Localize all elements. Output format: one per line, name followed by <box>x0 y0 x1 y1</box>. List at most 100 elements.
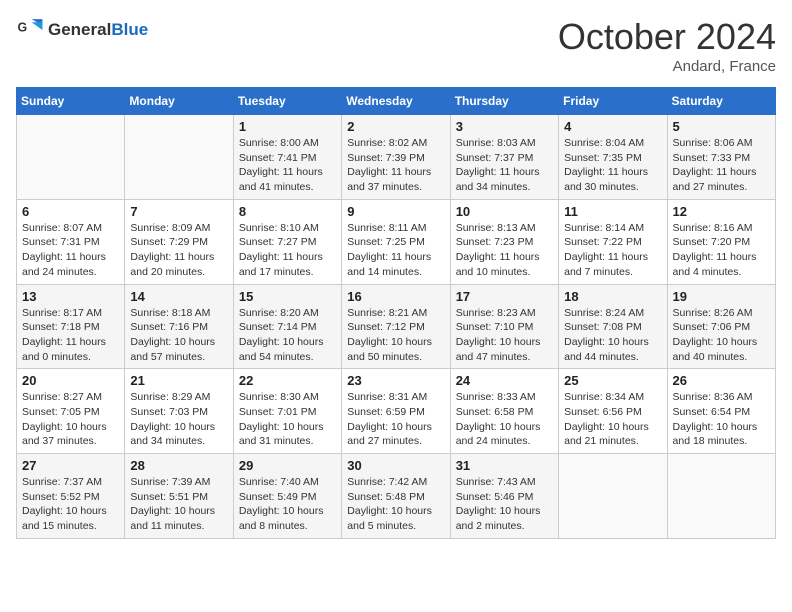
calendar-cell: 8 Sunrise: 8:10 AM Sunset: 7:27 PM Daylig… <box>233 199 341 284</box>
weekday-header-friday: Friday <box>559 88 667 115</box>
calendar-cell: 1 Sunrise: 8:00 AM Sunset: 7:41 PM Daylig… <box>233 115 341 200</box>
calendar-cell: 16 Sunrise: 8:21 AM Sunset: 7:12 PM Dayli… <box>342 284 450 369</box>
day-info: Sunrise: 8:17 AM Sunset: 7:18 PM Dayligh… <box>22 306 119 365</box>
day-number: 24 <box>456 373 553 388</box>
calendar-cell: 11Sunrise: 8:14 AM Sunset: 7:22 PM Dayli… <box>559 199 667 284</box>
calendar-cell: 20 Sunrise: 8:27 AM Sunset: 7:05 PM Dayli… <box>17 369 125 454</box>
day-info: Sunrise: 8:04 AM Sunset: 7:35 PM Dayligh… <box>564 136 661 195</box>
day-info: Sunrise: 8:13 AM Sunset: 7:23 PM Dayligh… <box>456 221 553 280</box>
day-info: Sunrise: 8:09 AM Sunset: 7:29 PM Dayligh… <box>130 221 227 280</box>
day-info: Sunrise: 8:27 AM Sunset: 7:05 PM Dayligh… <box>22 390 119 449</box>
calendar-cell: 28 Sunrise: 7:39 AM Sunset: 5:51 PM Dayli… <box>125 454 233 539</box>
day-info: Sunrise: 7:42 AM Sunset: 5:48 PM Dayligh… <box>347 475 444 534</box>
weekday-header-monday: Monday <box>125 88 233 115</box>
day-number: 17 <box>456 289 553 304</box>
day-number: 12 <box>673 204 770 219</box>
weekday-header-saturday: Saturday <box>667 88 775 115</box>
day-info: Sunrise: 8:23 AM Sunset: 7:10 PM Dayligh… <box>456 306 553 365</box>
day-info: Sunrise: 7:37 AM Sunset: 5:52 PM Dayligh… <box>22 475 119 534</box>
day-info: Sunrise: 7:39 AM Sunset: 5:51 PM Dayligh… <box>130 475 227 534</box>
calendar-cell: 9 Sunrise: 8:11 AM Sunset: 7:25 PM Daylig… <box>342 199 450 284</box>
calendar-header: SundayMondayTuesdayWednesdayThursdayFrid… <box>17 88 776 115</box>
day-info: Sunrise: 8:14 AM Sunset: 7:22 PM Dayligh… <box>564 221 661 280</box>
calendar-cell: 31 Sunrise: 7:43 AM Sunset: 5:46 PM Dayli… <box>450 454 558 539</box>
calendar-cell: 23 Sunrise: 8:31 AM Sunset: 6:59 PM Dayli… <box>342 369 450 454</box>
day-number: 7 <box>130 204 227 219</box>
day-info: Sunrise: 8:21 AM Sunset: 7:12 PM Dayligh… <box>347 306 444 365</box>
calendar-week-row: 6 Sunrise: 8:07 AM Sunset: 7:31 PM Daylig… <box>17 199 776 284</box>
day-info: Sunrise: 8:26 AM Sunset: 7:06 PM Dayligh… <box>673 306 770 365</box>
day-info: Sunrise: 8:11 AM Sunset: 7:25 PM Dayligh… <box>347 221 444 280</box>
day-info: Sunrise: 8:02 AM Sunset: 7:39 PM Dayligh… <box>347 136 444 195</box>
calendar-cell: 30 Sunrise: 7:42 AM Sunset: 5:48 PM Dayli… <box>342 454 450 539</box>
calendar-week-row: 20 Sunrise: 8:27 AM Sunset: 7:05 PM Dayli… <box>17 369 776 454</box>
calendar-cell: 21 Sunrise: 8:29 AM Sunset: 7:03 PM Dayli… <box>125 369 233 454</box>
day-info: Sunrise: 8:24 AM Sunset: 7:08 PM Dayligh… <box>564 306 661 365</box>
calendar-cell: 12 Sunrise: 8:16 AM Sunset: 7:20 PM Dayli… <box>667 199 775 284</box>
day-info: Sunrise: 8:29 AM Sunset: 7:03 PM Dayligh… <box>130 390 227 449</box>
calendar-cell: 14 Sunrise: 8:18 AM Sunset: 7:16 PM Dayli… <box>125 284 233 369</box>
calendar-cell: 4 Sunrise: 8:04 AM Sunset: 7:35 PM Daylig… <box>559 115 667 200</box>
calendar-table: SundayMondayTuesdayWednesdayThursdayFrid… <box>16 87 776 539</box>
day-number: 9 <box>347 204 444 219</box>
day-info: Sunrise: 7:40 AM Sunset: 5:49 PM Dayligh… <box>239 475 336 534</box>
day-info: Sunrise: 8:34 AM Sunset: 6:56 PM Dayligh… <box>564 390 661 449</box>
day-info: Sunrise: 8:03 AM Sunset: 7:37 PM Dayligh… <box>456 136 553 195</box>
calendar-body: 1 Sunrise: 8:00 AM Sunset: 7:41 PM Daylig… <box>17 115 776 539</box>
day-info: Sunrise: 8:10 AM Sunset: 7:27 PM Dayligh… <box>239 221 336 280</box>
svg-text:G: G <box>18 21 28 35</box>
page-header: G GeneralBlue October 2024 Andard, Franc… <box>16 16 776 75</box>
day-number: 2 <box>347 119 444 134</box>
day-info: Sunrise: 7:43 AM Sunset: 5:46 PM Dayligh… <box>456 475 553 534</box>
day-number: 29 <box>239 458 336 473</box>
day-number: 28 <box>130 458 227 473</box>
day-number: 8 <box>239 204 336 219</box>
calendar-cell: 29 Sunrise: 7:40 AM Sunset: 5:49 PM Dayli… <box>233 454 341 539</box>
day-number: 4 <box>564 119 661 134</box>
day-info: Sunrise: 8:18 AM Sunset: 7:16 PM Dayligh… <box>130 306 227 365</box>
day-info: Sunrise: 8:30 AM Sunset: 7:01 PM Dayligh… <box>239 390 336 449</box>
logo-blue: Blue <box>111 20 148 39</box>
day-number: 6 <box>22 204 119 219</box>
calendar-cell: 25 Sunrise: 8:34 AM Sunset: 6:56 PM Dayli… <box>559 369 667 454</box>
logo-general: General <box>48 20 111 39</box>
day-info: Sunrise: 8:31 AM Sunset: 6:59 PM Dayligh… <box>347 390 444 449</box>
calendar-cell: 2 Sunrise: 8:02 AM Sunset: 7:39 PM Daylig… <box>342 115 450 200</box>
day-info: Sunrise: 8:33 AM Sunset: 6:58 PM Dayligh… <box>456 390 553 449</box>
calendar-cell: 26 Sunrise: 8:36 AM Sunset: 6:54 PM Dayli… <box>667 369 775 454</box>
day-number: 14 <box>130 289 227 304</box>
day-info: Sunrise: 8:00 AM Sunset: 7:41 PM Dayligh… <box>239 136 336 195</box>
day-number: 27 <box>22 458 119 473</box>
day-number: 18 <box>564 289 661 304</box>
calendar-week-row: 13 Sunrise: 8:17 AM Sunset: 7:18 PM Dayli… <box>17 284 776 369</box>
day-number: 16 <box>347 289 444 304</box>
day-number: 26 <box>673 373 770 388</box>
day-number: 5 <box>673 119 770 134</box>
day-number: 31 <box>456 458 553 473</box>
calendar-cell <box>125 115 233 200</box>
day-number: 21 <box>130 373 227 388</box>
month-title: October 2024 <box>558 16 776 58</box>
day-number: 23 <box>347 373 444 388</box>
location-title: Andard, France <box>558 58 776 75</box>
day-info: Sunrise: 8:16 AM Sunset: 7:20 PM Dayligh… <box>673 221 770 280</box>
calendar-cell: 19Sunrise: 8:26 AM Sunset: 7:06 PM Dayli… <box>667 284 775 369</box>
weekday-header-sunday: Sunday <box>17 88 125 115</box>
calendar-cell: 7 Sunrise: 8:09 AM Sunset: 7:29 PM Daylig… <box>125 199 233 284</box>
day-number: 30 <box>347 458 444 473</box>
day-number: 13 <box>22 289 119 304</box>
calendar-cell <box>17 115 125 200</box>
day-number: 25 <box>564 373 661 388</box>
calendar-cell: 22Sunrise: 8:30 AM Sunset: 7:01 PM Dayli… <box>233 369 341 454</box>
day-number: 1 <box>239 119 336 134</box>
calendar-cell: 24 Sunrise: 8:33 AM Sunset: 6:58 PM Dayli… <box>450 369 558 454</box>
calendar-cell <box>667 454 775 539</box>
day-info: Sunrise: 8:06 AM Sunset: 7:33 PM Dayligh… <box>673 136 770 195</box>
weekday-header-tuesday: Tuesday <box>233 88 341 115</box>
weekday-header-thursday: Thursday <box>450 88 558 115</box>
day-info: Sunrise: 8:36 AM Sunset: 6:54 PM Dayligh… <box>673 390 770 449</box>
logo: G GeneralBlue <box>16 16 148 44</box>
calendar-cell <box>559 454 667 539</box>
day-info: Sunrise: 8:07 AM Sunset: 7:31 PM Dayligh… <box>22 221 119 280</box>
day-number: 20 <box>22 373 119 388</box>
